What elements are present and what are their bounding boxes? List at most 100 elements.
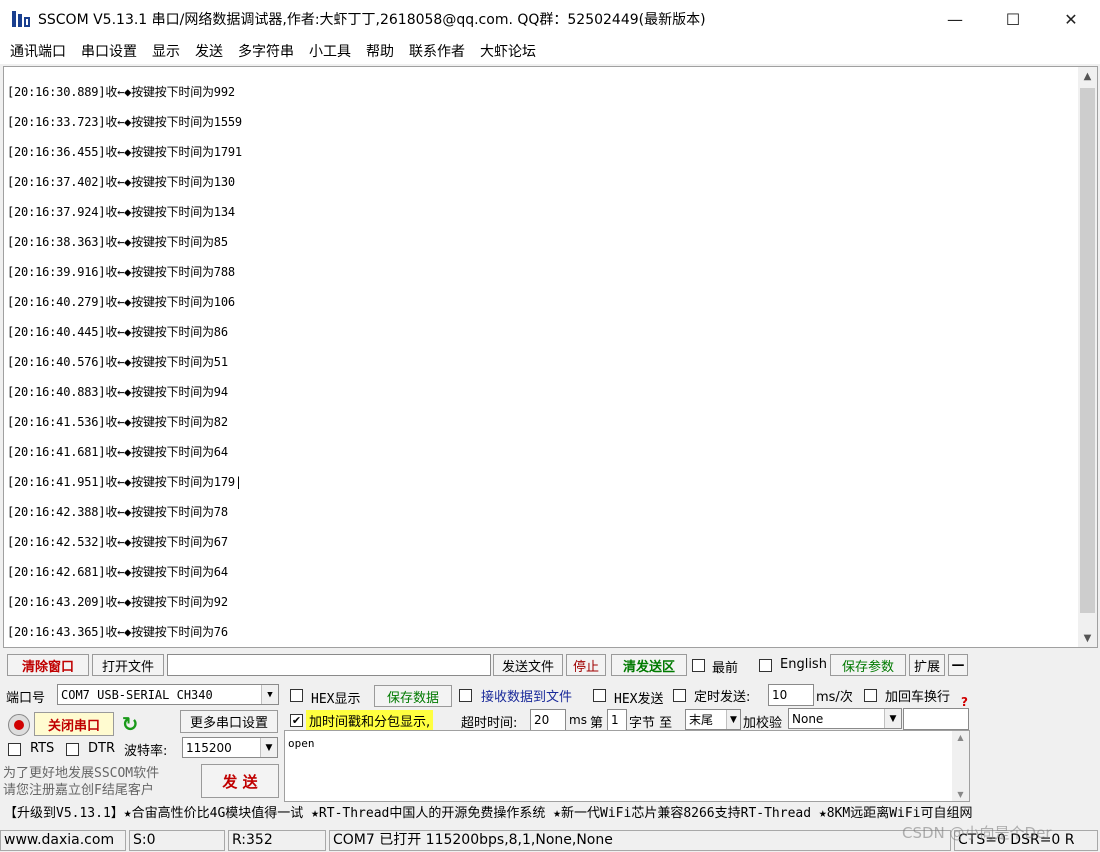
port-select-value: COM7 USB-SERIAL CH340 xyxy=(61,687,213,702)
send-file-button[interactable]: 发送文件 xyxy=(493,654,563,676)
file-path-input[interactable] xyxy=(167,654,491,676)
checksum-select[interactable]: None ▼ xyxy=(788,708,902,729)
send-scrollbar[interactable]: ▲ ▼ xyxy=(952,731,969,801)
timed-send-checkbox[interactable] xyxy=(673,689,686,702)
clear-window-button[interactable]: 清除窗口 xyxy=(7,654,89,676)
title-bar: SSCOM V5.13.1 串口/网络数据调试器,作者:大虾丁丁,2618058… xyxy=(0,0,1100,38)
baud-select-value: 115200 xyxy=(186,740,232,755)
rts-checkbox[interactable] xyxy=(8,743,21,756)
receive-line: [20:16:40.445]收←◆按键按下时间为86 xyxy=(7,325,228,339)
dtr-label: DTR xyxy=(88,741,115,756)
hex-send-checkbox[interactable] xyxy=(593,689,606,702)
english-label: English xyxy=(780,657,827,672)
chevron-down-icon[interactable]: ▼ xyxy=(260,738,277,757)
close-button[interactable]: ✕ xyxy=(1042,0,1100,38)
hex-display-label: HEX显示 xyxy=(311,692,361,707)
scroll-up-icon[interactable]: ▲ xyxy=(1078,67,1097,85)
always-on-top-label: 最前 xyxy=(712,661,739,676)
menu-display[interactable]: 显示 xyxy=(146,41,189,61)
chevron-down-icon[interactable]: ▼ xyxy=(884,709,901,728)
receive-line: [20:16:39.916]收←◆按键按下时间为788 xyxy=(7,265,235,279)
receive-log: [20:16:30.889]收←◆按键按下时间为992 [20:16:33.723… xyxy=(7,77,242,647)
byte-to-select[interactable]: 末尾 ▼ xyxy=(685,709,741,730)
append-newline-label: 加回车换行 xyxy=(885,690,951,705)
minimize-button[interactable]: — xyxy=(926,0,984,38)
english-checkbox[interactable] xyxy=(759,659,772,672)
menu-tools[interactable]: 小工具 xyxy=(303,41,360,61)
open-file-button[interactable]: 打开文件 xyxy=(92,654,164,676)
send-button[interactable]: 发 送 xyxy=(201,764,279,798)
maximize-button[interactable]: ☐ xyxy=(984,0,1042,38)
status-website[interactable]: www.daxia.com xyxy=(0,830,126,851)
timeout-input[interactable]: 20 xyxy=(530,709,566,731)
byte-from-input[interactable]: 1 xyxy=(607,709,627,731)
sscom-app-icon xyxy=(10,8,32,30)
port-label: 端口号 xyxy=(6,691,46,706)
receive-line: [20:16:41.681]收←◆按键按下时间为64 xyxy=(7,445,228,459)
menu-send[interactable]: 发送 xyxy=(189,41,232,61)
scroll-thumb[interactable] xyxy=(1080,88,1095,613)
refresh-icon[interactable]: ↻ xyxy=(118,713,142,735)
watermark-text: CSDN @小向是个Der xyxy=(902,824,1052,842)
timed-send-label: 定时发送: xyxy=(694,690,751,705)
timestamp-checkbox[interactable]: ✔ xyxy=(290,714,303,727)
hex-display-checkbox[interactable] xyxy=(290,689,303,702)
menu-contact-author[interactable]: 联系作者 xyxy=(403,41,474,61)
help-icon[interactable]: ? xyxy=(961,695,968,709)
status-port-info: COM7 已打开 115200bps,8,1,None,None xyxy=(329,830,951,851)
save-params-button[interactable]: 保存参数 xyxy=(830,654,906,676)
always-on-top-checkbox[interactable] xyxy=(692,659,705,672)
receive-line: [20:16:40.576]收←◆按键按下时间为51 xyxy=(7,355,228,369)
scroll-down-icon[interactable]: ▼ xyxy=(1078,629,1097,647)
port-select[interactable]: COM7 USB-SERIAL CH340 ▼ xyxy=(57,684,279,705)
menu-help[interactable]: 帮助 xyxy=(360,41,403,61)
receive-line: [20:16:33.723]收←◆按键按下时间为1559 xyxy=(7,115,242,129)
receive-line: [20:16:40.883]收←◆按键按下时间为94 xyxy=(7,385,228,399)
close-port-button[interactable]: 关闭串口 xyxy=(34,712,114,736)
receive-line: [20:16:42.388]收←◆按键按下时间为78 xyxy=(7,505,228,519)
receive-line: [20:16:42.681]收←◆按键按下时间为64 xyxy=(7,565,228,579)
chevron-down-icon[interactable]: ▼ xyxy=(261,685,278,704)
collapse-button[interactable]: — xyxy=(948,654,968,676)
interval-unit-label: ms/次 xyxy=(816,690,853,705)
menu-comm-port[interactable]: 通讯端口 xyxy=(4,41,75,61)
interval-input[interactable]: 10 xyxy=(768,684,814,706)
clear-send-button[interactable]: 清发送区 xyxy=(611,654,687,676)
send-textarea[interactable]: open ▲ ▼ xyxy=(284,730,970,802)
status-received-count: R:352 xyxy=(228,830,326,851)
receive-line: [20:16:30.889]收←◆按键按下时间为992 xyxy=(7,85,235,99)
hex-send-label: HEX发送 xyxy=(614,692,664,707)
menu-multi-string[interactable]: 多字符串 xyxy=(232,41,303,61)
dtr-checkbox[interactable] xyxy=(66,743,79,756)
checksum-result-input[interactable] xyxy=(903,708,969,730)
save-data-button[interactable]: 保存数据 xyxy=(374,685,452,707)
port-status-icon xyxy=(8,714,30,736)
more-serial-settings-button[interactable]: 更多串口设置 xyxy=(180,710,278,733)
receive-scrollbar[interactable]: ▲ ▼ xyxy=(1078,67,1097,647)
menu-forum[interactable]: 大虾论坛 xyxy=(474,41,545,61)
scroll-down-icon[interactable]: ▼ xyxy=(952,790,969,799)
scroll-up-icon[interactable]: ▲ xyxy=(952,733,969,742)
receive-line: [20:16:43.365]收←◆按键按下时间为76 xyxy=(7,625,228,639)
send-text: open xyxy=(288,737,315,750)
receive-textarea[interactable]: [20:16:30.889]收←◆按键按下时间为992 [20:16:33.723… xyxy=(3,66,1098,648)
receive-line: [20:16:41.951]收←◆按键按下时间为179| xyxy=(7,475,242,489)
checksum-value: None xyxy=(792,711,824,726)
expand-button[interactable]: 扩展 xyxy=(909,654,945,676)
baud-select[interactable]: 115200 ▼ xyxy=(182,737,278,758)
receive-line: [20:16:41.536]收←◆按键按下时间为82 xyxy=(7,415,228,429)
menu-bar: 通讯端口 串口设置 显示 发送 多字符串 小工具 帮助 联系作者 大虾论坛 xyxy=(0,38,1100,64)
receive-line: [20:16:37.402]收←◆按键按下时间为130 xyxy=(7,175,235,189)
recv-to-file-checkbox[interactable] xyxy=(459,689,472,702)
chevron-down-icon[interactable]: ▼ xyxy=(726,710,740,729)
status-sent-count: S:0 xyxy=(129,830,225,851)
byte-from-label: 第 xyxy=(590,716,604,731)
baud-label: 波特率: xyxy=(124,744,168,759)
append-newline-checkbox[interactable] xyxy=(864,689,877,702)
stop-button[interactable]: 停止 xyxy=(566,654,606,676)
timeout-unit-label: ms xyxy=(569,713,587,727)
menu-serial-settings[interactable]: 串口设置 xyxy=(75,41,146,61)
receive-line: [20:16:43.209]收←◆按键按下时间为92 xyxy=(7,595,228,609)
timestamp-label: 加时间戳和分包显示, xyxy=(306,710,434,731)
receive-line: [20:16:36.455]收←◆按键按下时间为1791 xyxy=(7,145,242,159)
